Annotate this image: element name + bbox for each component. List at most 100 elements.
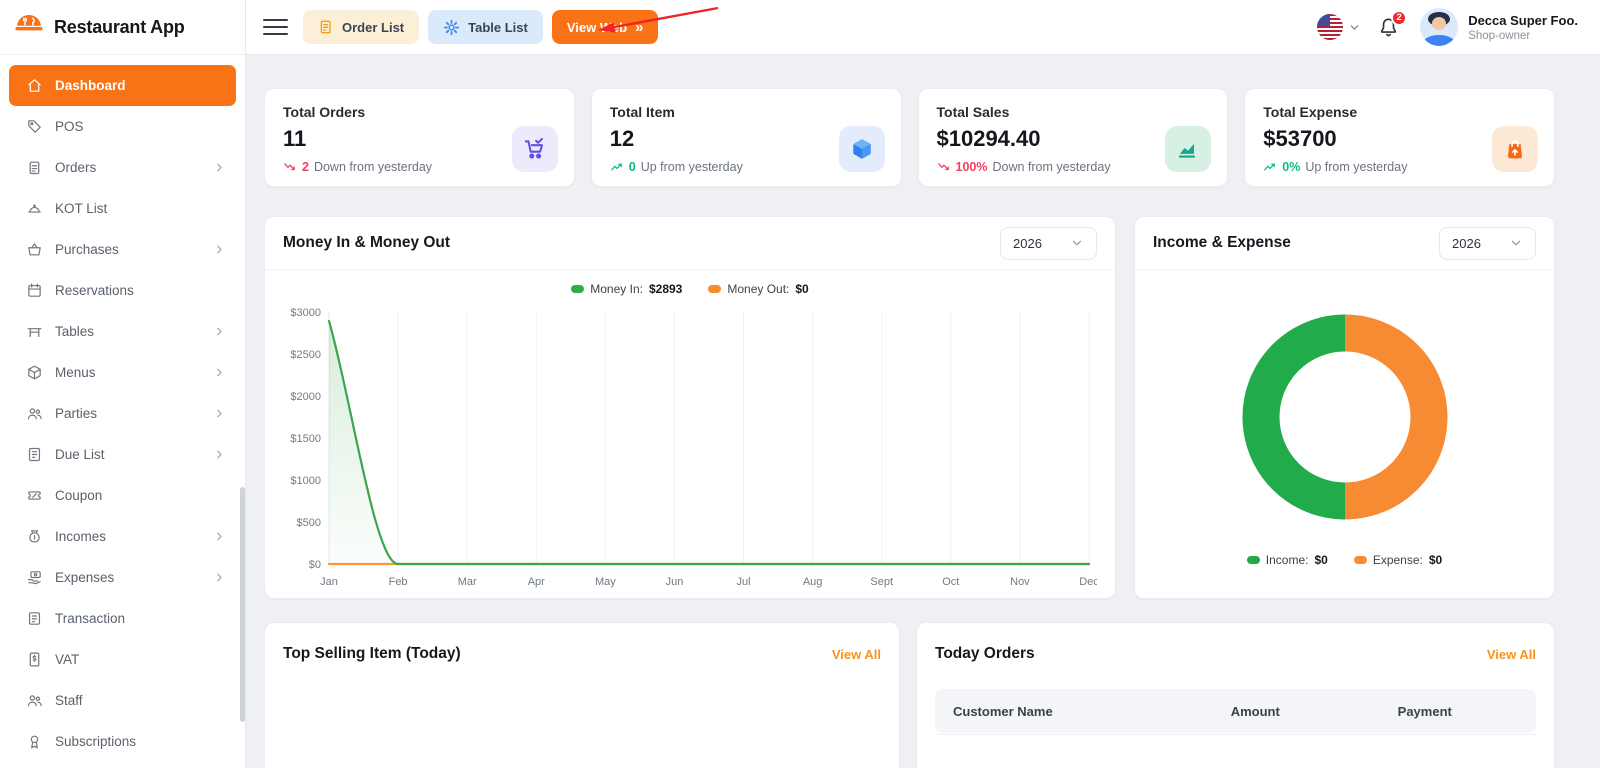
- sidebar: Restaurant App Dashboard POS Orders KOT …: [0, 0, 246, 768]
- order-doc-icon: [318, 19, 334, 35]
- svg-text:$500: $500: [297, 517, 321, 529]
- chef-hat-logo-icon: [13, 12, 45, 42]
- svg-text:May: May: [595, 576, 616, 588]
- svg-text:Jun: Jun: [666, 576, 684, 588]
- sidebar-item-menus[interactable]: Menus: [9, 352, 236, 393]
- notifications-button[interactable]: 2: [1377, 16, 1400, 39]
- svg-text:Sept: Sept: [870, 576, 893, 588]
- sidebar-item-staff[interactable]: Staff: [9, 680, 236, 721]
- stats-row: Total Orders 11 2 Down from yesterday To…: [264, 88, 1555, 187]
- vat-receipt-icon: [26, 651, 43, 668]
- svg-text:$2500: $2500: [290, 349, 321, 361]
- sidebar-item-pos[interactable]: POS: [9, 106, 236, 147]
- sidebar-item-subscriptions[interactable]: Subscriptions: [9, 721, 236, 762]
- sidebar-item-kot-list[interactable]: KOT List: [9, 188, 236, 229]
- chevron-down-icon: [1348, 21, 1361, 34]
- donut-legend: Income: $0 Expense: $0: [1247, 553, 1442, 567]
- receipt-icon: [26, 610, 43, 627]
- document-icon: [26, 446, 43, 463]
- charts-row: Money In & Money Out 2026 Money In:$2893: [264, 216, 1555, 599]
- svg-text:$1500: $1500: [290, 433, 321, 445]
- hamburger-menu-icon[interactable]: [263, 19, 288, 36]
- sidebar-item-orders[interactable]: Orders: [9, 147, 236, 188]
- order-list-button[interactable]: Order List: [303, 10, 419, 44]
- chart-icon: [1165, 126, 1211, 172]
- app-root: Restaurant App Dashboard POS Orders KOT …: [0, 0, 1600, 768]
- chevron-right-icon: [213, 325, 226, 338]
- today-orders-table-header: Customer Name Amount Payment: [935, 689, 1536, 733]
- money-year-dropdown[interactable]: 2026: [1000, 227, 1097, 260]
- today-orders-title: Today Orders: [935, 645, 1035, 663]
- sidebar-item-tables[interactable]: Tables: [9, 311, 236, 352]
- notification-badge: 2: [1391, 10, 1407, 26]
- sidebar-item-purchases[interactable]: Purchases: [9, 229, 236, 270]
- tag-icon: [26, 118, 43, 135]
- stat-card-total-item: Total Item 12 0 Up from yesterday: [591, 88, 902, 187]
- svg-text:$3000: $3000: [290, 307, 321, 319]
- user-info[interactable]: Decca Super Foo. Shop-owner: [1468, 13, 1578, 42]
- people-icon: [26, 405, 43, 422]
- top-selling-title: Top Selling Item (Today): [283, 645, 461, 663]
- chevron-down-icon: [1070, 236, 1084, 250]
- svg-text:Feb: Feb: [389, 576, 408, 588]
- column-payment: Payment: [1332, 704, 1518, 719]
- language-selector[interactable]: [1317, 14, 1361, 40]
- stat-card-total-expense: Total Expense $53700 0% Up from yesterda…: [1244, 88, 1555, 187]
- today-orders-view-all-link[interactable]: View All: [1487, 647, 1536, 662]
- income-expense-panel: Income & Expense 2026 Income: $0: [1134, 216, 1555, 599]
- sidebar-item-incomes[interactable]: Incomes: [9, 516, 236, 557]
- money-in-out-panel: Money In & Money Out 2026 Money In:$2893: [264, 216, 1116, 599]
- column-customer-name: Customer Name: [953, 704, 1179, 719]
- trend-up-icon: [1263, 160, 1277, 174]
- sidebar-item-expenses[interactable]: Expenses: [9, 557, 236, 598]
- app-logo[interactable]: Restaurant App: [0, 0, 245, 55]
- today-orders-panel: Today Orders View All Customer Name Amou…: [916, 622, 1555, 768]
- sidebar-item-reservations[interactable]: Reservations: [9, 270, 236, 311]
- sidebar-item-transaction[interactable]: Transaction: [9, 598, 236, 639]
- trend-up-icon: [610, 160, 624, 174]
- box-icon: [26, 364, 43, 381]
- chevron-right-icon: [213, 366, 226, 379]
- sidebar-item-parties[interactable]: Parties: [9, 393, 236, 434]
- home-icon: [26, 77, 43, 94]
- sidebar-item-vat[interactable]: VAT: [9, 639, 236, 680]
- legend-income[interactable]: Income: $0: [1247, 553, 1328, 567]
- app-title: Restaurant App: [54, 17, 185, 38]
- view-web-button[interactable]: View Web »: [552, 10, 659, 44]
- stat-card-total-orders: Total Orders 11 2 Down from yesterday: [264, 88, 575, 187]
- donut-chart-svg: [1235, 307, 1455, 527]
- chevron-right-icon: [213, 448, 226, 461]
- sidebar-item-dashboard[interactable]: Dashboard: [9, 65, 236, 106]
- calendar-icon: [26, 282, 43, 299]
- table-icon: [26, 323, 43, 340]
- cube-icon: [839, 126, 885, 172]
- main-area: Order List Table List View Web »: [246, 0, 1600, 768]
- legend-expense[interactable]: Expense: $0: [1354, 553, 1442, 567]
- topbar: Order List Table List View Web »: [246, 0, 1600, 55]
- svg-text:Jul: Jul: [737, 576, 751, 588]
- chevron-right-icon: [213, 243, 226, 256]
- sidebar-item-due-list[interactable]: Due List: [9, 434, 236, 475]
- dashboard-content: Total Orders 11 2 Down from yesterday To…: [246, 55, 1600, 768]
- orange-legend-chip: [1354, 556, 1367, 564]
- sidebar-scrollbar-thumb[interactable]: [240, 487, 245, 722]
- legend-money-out[interactable]: Money Out:$0: [708, 282, 808, 296]
- donut-year-dropdown[interactable]: 2026: [1439, 227, 1536, 260]
- sidebar-item-coupon[interactable]: Coupon: [9, 475, 236, 516]
- top-selling-view-all-link[interactable]: View All: [832, 647, 881, 662]
- trend-down-icon: [937, 160, 951, 174]
- svg-text:$2000: $2000: [290, 391, 321, 403]
- svg-text:$0: $0: [309, 559, 321, 571]
- clipboard-icon: [26, 159, 43, 176]
- legend-money-in[interactable]: Money In:$2893: [571, 282, 682, 296]
- svg-text:Oct: Oct: [942, 576, 959, 588]
- table-list-button[interactable]: Table List: [428, 10, 543, 44]
- orange-legend-chip: [708, 285, 721, 293]
- user-avatar[interactable]: [1420, 8, 1458, 46]
- award-icon: [26, 733, 43, 750]
- gear-icon: [443, 19, 460, 36]
- column-amount: Amount: [1179, 704, 1332, 719]
- cloche-icon: [26, 200, 43, 217]
- svg-text:Aug: Aug: [803, 576, 823, 588]
- green-legend-chip: [571, 285, 584, 293]
